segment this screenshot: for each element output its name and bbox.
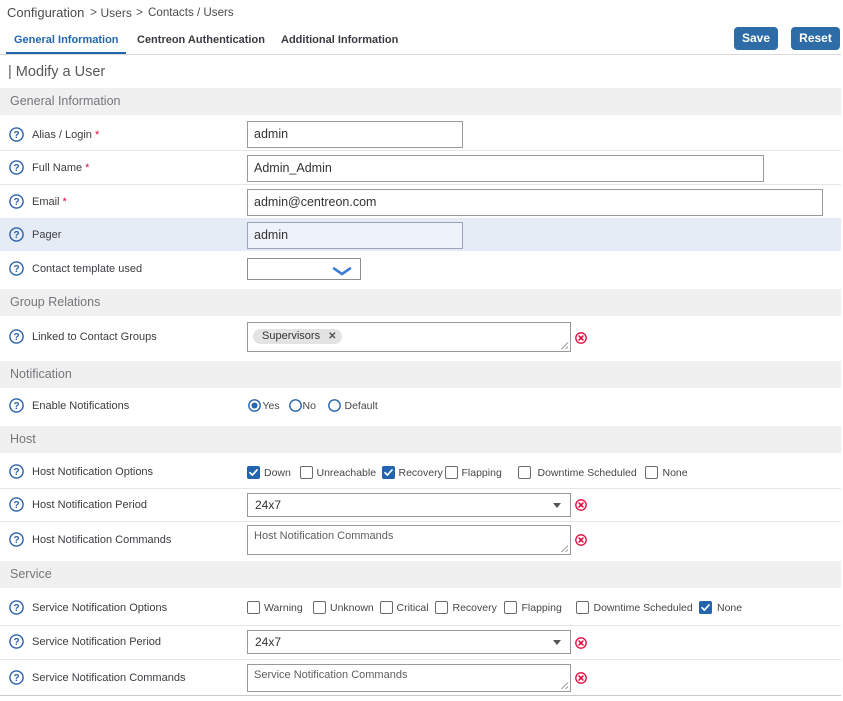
svg-text:?: ? [14,230,20,241]
svg-text:?: ? [14,264,20,275]
svg-text:?: ? [14,500,20,511]
svg-text:?: ? [14,197,20,208]
svg-text:?: ? [14,673,20,684]
svg-text:?: ? [14,637,20,648]
svg-text:?: ? [14,467,20,478]
svg-text:?: ? [14,130,20,141]
svg-text:?: ? [14,332,20,343]
svg-text:?: ? [14,603,20,614]
svg-text:?: ? [14,401,20,412]
svg-text:?: ? [14,535,20,546]
svg-text:?: ? [14,163,20,174]
